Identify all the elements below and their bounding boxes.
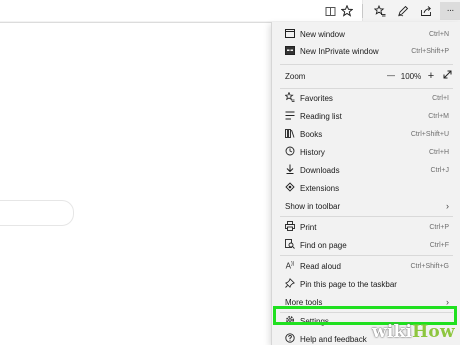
menu-item-downloads[interactable]: Downloads Ctrl+J bbox=[272, 161, 460, 179]
page-search-field[interactable] bbox=[0, 200, 74, 226]
books-icon bbox=[283, 128, 297, 140]
menu-item-label: Find on page bbox=[300, 240, 347, 250]
more-label: ··· bbox=[446, 5, 455, 16]
find-icon bbox=[283, 239, 297, 251]
menu-item-extensions[interactable]: Extensions bbox=[272, 179, 460, 197]
extensions-icon bbox=[283, 182, 297, 194]
favorite-star-icon[interactable] bbox=[338, 2, 356, 20]
menu-item-label: Extensions bbox=[300, 183, 340, 193]
menu-item-shortcut: Ctrl+M bbox=[428, 112, 449, 120]
menu-item-books[interactable]: Books Ctrl+Shift+U bbox=[272, 125, 460, 143]
menu-item-history[interactable]: History Ctrl+H bbox=[272, 143, 460, 161]
menu-item-shortcut: Ctrl+F bbox=[429, 241, 449, 249]
inprivate-icon bbox=[283, 45, 297, 57]
zoom-in-button[interactable]: + bbox=[423, 70, 439, 82]
menu-divider bbox=[280, 216, 453, 217]
menu-item-label: Reading list bbox=[300, 111, 342, 121]
share-icon[interactable] bbox=[417, 2, 435, 20]
menu-item-favorites[interactable]: Favorites Ctrl+I bbox=[272, 89, 460, 107]
menu-item-read-aloud[interactable]: A)) Read aloud Ctrl+Shift+G bbox=[272, 257, 460, 275]
menu-item-shortcut: Ctrl+P bbox=[429, 223, 449, 231]
more-menu: New window Ctrl+N New InPrivate window C… bbox=[271, 22, 460, 345]
menu-item-shortcut: Ctrl+Shift+U bbox=[410, 130, 449, 138]
menu-item-show-in-toolbar[interactable]: Show in toolbar › bbox=[272, 197, 460, 215]
menu-item-label: Books bbox=[300, 129, 323, 139]
menu-item-label: Pin this page to the taskbar bbox=[300, 279, 397, 289]
menu-item-label: Favorites bbox=[300, 93, 333, 103]
zoom-label: Zoom bbox=[285, 71, 306, 81]
pen-notes-icon[interactable] bbox=[394, 2, 412, 20]
menu-item-pin-to-taskbar[interactable]: Pin this page to the taskbar bbox=[272, 275, 460, 293]
menu-item-shortcut: Ctrl+J bbox=[430, 166, 449, 174]
watermark-part2: How bbox=[412, 322, 455, 342]
menu-item-label: Show in toolbar bbox=[285, 201, 341, 211]
wikihow-watermark: wiki How bbox=[372, 320, 455, 344]
pin-icon bbox=[283, 278, 297, 290]
address-bar[interactable] bbox=[0, 0, 363, 21]
menu-item-label: Print bbox=[300, 222, 317, 232]
menu-item-label: History bbox=[300, 147, 325, 157]
favorites-hub-icon[interactable] bbox=[371, 2, 389, 20]
menu-divider bbox=[280, 255, 453, 256]
read-aloud-icon: A)) bbox=[285, 260, 295, 271]
zoom-row: Zoom — 100% + bbox=[272, 65, 460, 87]
menu-item-find-on-page[interactable]: Find on page Ctrl+F bbox=[272, 236, 460, 254]
reading-view-icon[interactable] bbox=[321, 2, 339, 20]
menu-item-reading-list[interactable]: Reading list Ctrl+M bbox=[272, 107, 460, 125]
help-icon bbox=[283, 333, 297, 345]
menu-item-print[interactable]: Print Ctrl+P bbox=[272, 218, 460, 236]
new-window-icon bbox=[283, 28, 297, 40]
zoom-out-button[interactable]: — bbox=[383, 72, 399, 80]
menu-item-shortcut: Ctrl+Shift+P bbox=[411, 47, 449, 55]
menu-item-new-window[interactable]: New window Ctrl+N bbox=[272, 25, 460, 43]
downloads-icon bbox=[283, 164, 297, 176]
menu-item-label: Read aloud bbox=[300, 261, 341, 271]
more-icon[interactable]: ··· bbox=[440, 2, 460, 20]
menu-item-shortcut: Ctrl+I bbox=[432, 94, 449, 102]
menu-item-label: New window bbox=[300, 29, 345, 39]
history-icon bbox=[283, 146, 297, 158]
browser-toolbar: ··· bbox=[0, 0, 460, 23]
favorites-icon bbox=[283, 91, 297, 104]
chevron-right-icon: › bbox=[446, 201, 449, 211]
menu-item-label: Downloads bbox=[300, 165, 340, 175]
menu-item-shortcut: Ctrl+H bbox=[428, 148, 449, 156]
zoom-value: 100% bbox=[400, 71, 422, 81]
menu-item-shortcut: Ctrl+Shift+G bbox=[410, 262, 449, 270]
print-icon bbox=[283, 221, 297, 233]
watermark-part1: wiki bbox=[372, 322, 413, 342]
menu-item-new-inprivate-window[interactable]: New InPrivate window Ctrl+Shift+P bbox=[272, 42, 460, 60]
menu-item-shortcut: Ctrl+N bbox=[428, 30, 449, 38]
fullscreen-icon[interactable] bbox=[439, 70, 455, 82]
reading-list-icon bbox=[283, 111, 297, 122]
toolbar-divider bbox=[362, 4, 363, 18]
menu-item-label: New InPrivate window bbox=[300, 46, 379, 56]
